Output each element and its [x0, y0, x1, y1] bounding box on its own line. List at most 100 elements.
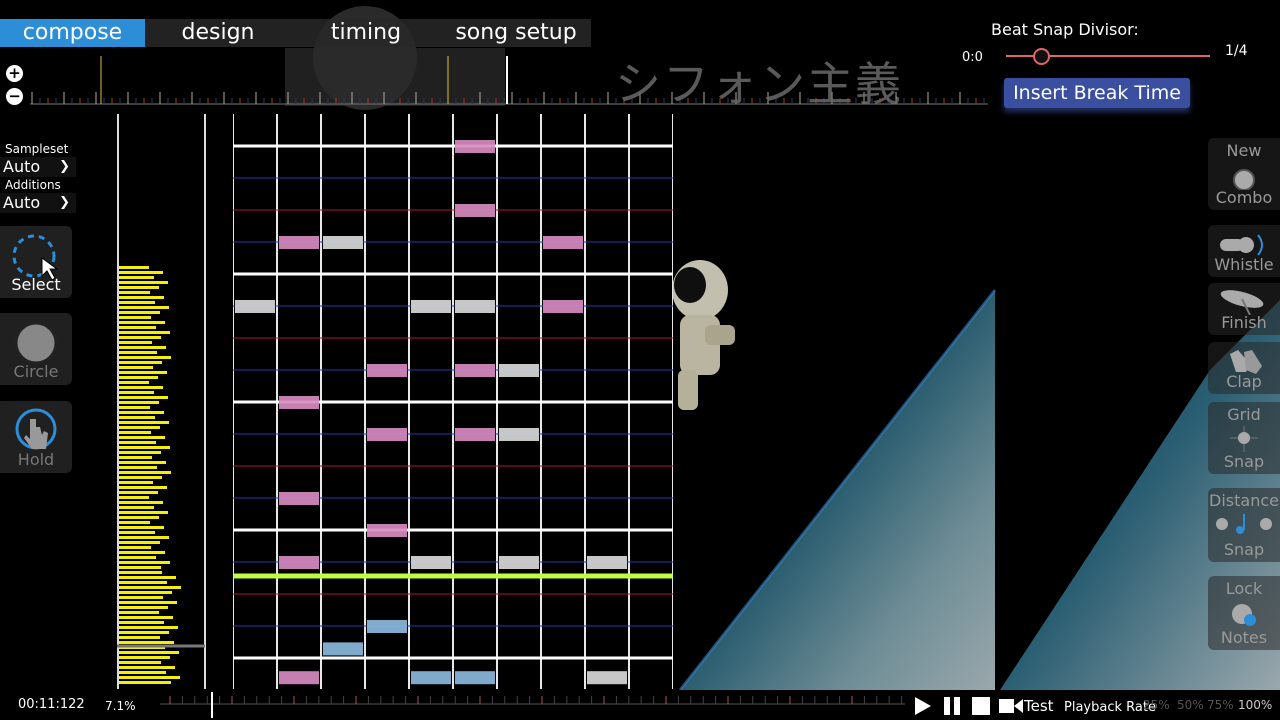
additions-label: Additions	[5, 178, 61, 192]
density-bar	[119, 376, 158, 379]
note-pink[interactable]	[279, 396, 319, 409]
density-bar	[119, 381, 149, 384]
density-bar	[119, 606, 168, 609]
tab-timing[interactable]: timing	[291, 19, 441, 47]
rate-option-50[interactable]: 50%	[1177, 698, 1204, 712]
note-white[interactable]	[499, 428, 539, 441]
density-bar	[119, 616, 173, 619]
density-bar	[119, 556, 156, 559]
zoom-out-icon[interactable]: −	[6, 88, 23, 105]
play-icon[interactable]	[912, 696, 934, 716]
chevron-down-icon: ❯	[59, 195, 70, 210]
density-bar	[119, 511, 168, 514]
additions-dropdown[interactable]: Auto ❯	[0, 193, 76, 213]
new-combo-toggle[interactable]: New Combo	[1208, 138, 1280, 210]
rate-option-100[interactable]: 100%	[1238, 698, 1272, 712]
density-bar	[119, 416, 155, 419]
pause-icon[interactable]	[941, 696, 963, 716]
density-bar	[119, 351, 157, 354]
tab-compose[interactable]: compose	[0, 19, 145, 47]
density-bar	[119, 636, 160, 639]
rate-option-75[interactable]: 75%	[1207, 698, 1234, 712]
grid-snap-label-1: Grid	[1227, 405, 1261, 424]
density-bar	[119, 611, 159, 614]
note-pink[interactable]	[279, 236, 319, 249]
test-camera-icon[interactable]	[998, 696, 1024, 716]
tool-hold-label: Hold	[17, 450, 55, 469]
distance-snap-label-1: Distance	[1209, 491, 1279, 510]
note-pink[interactable]	[543, 300, 583, 313]
note-blue[interactable]	[323, 642, 363, 656]
note-white[interactable]	[587, 671, 627, 685]
finish-cymbal-icon	[1220, 290, 1264, 315]
density-bar	[119, 621, 164, 624]
note-white[interactable]	[455, 300, 495, 313]
finish-toggle[interactable]: Finish	[1208, 283, 1280, 335]
rate-option-25[interactable]: 25%	[1143, 698, 1170, 712]
note-white[interactable]	[499, 364, 539, 377]
sampleset-dropdown[interactable]: Auto ❯	[0, 157, 76, 177]
tab-bar: compose design timing song setup	[0, 19, 591, 47]
note-white[interactable]	[411, 300, 451, 313]
note-white[interactable]	[587, 556, 627, 569]
tool-select[interactable]: Select	[0, 226, 72, 298]
stop-icon[interactable]	[970, 696, 992, 716]
note-pink[interactable]	[279, 492, 319, 505]
density-bar	[119, 601, 177, 604]
sampleset-value: Auto	[3, 157, 41, 176]
beat-snap-slider-knob[interactable]	[1032, 48, 1050, 65]
density-bar	[119, 551, 165, 554]
note-pink[interactable]	[367, 524, 407, 537]
beat-snap-value: 1/4	[1225, 43, 1248, 59]
note-pink[interactable]	[455, 204, 495, 217]
density-bar	[119, 331, 170, 334]
density-bar	[119, 681, 171, 684]
note-white[interactable]	[411, 556, 451, 569]
note-blue[interactable]	[367, 620, 407, 633]
density-bar	[119, 561, 170, 564]
density-bar	[119, 266, 149, 269]
editor-grid[interactable]	[233, 114, 673, 689]
density-bar	[119, 486, 167, 489]
density-bar	[119, 576, 176, 579]
note-pink[interactable]	[543, 236, 583, 249]
finish-label: Finish	[1221, 313, 1267, 332]
note-pink[interactable]	[455, 428, 495, 441]
new-combo-label-2: Combo	[1215, 188, 1273, 207]
beat-snap-label: Beat Snap Divisor:	[991, 20, 1139, 39]
distance-snap-icon	[1216, 514, 1272, 534]
note-pink[interactable]	[367, 428, 407, 441]
lock-notes-toggle[interactable]: Lock Notes	[1208, 576, 1280, 650]
tab-design[interactable]: design	[145, 19, 291, 47]
note-blue[interactable]	[411, 671, 451, 685]
grid-snap-toggle[interactable]: Grid Snap	[1208, 402, 1280, 474]
note-white[interactable]	[499, 556, 539, 569]
timeline-density-strip	[117, 114, 206, 689]
note-blue[interactable]	[455, 671, 495, 685]
note-pink[interactable]	[279, 556, 319, 569]
density-bar	[119, 346, 166, 349]
grid-snap-label-2: Snap	[1223, 452, 1265, 471]
note-pink[interactable]	[367, 364, 407, 377]
note-pink[interactable]	[455, 140, 495, 153]
distance-snap-toggle[interactable]: Distance Snap	[1208, 488, 1280, 562]
insert-break-time-button[interactable]: Insert Break Time	[1004, 78, 1190, 108]
clap-toggle[interactable]: Clap	[1208, 342, 1280, 394]
density-bar	[119, 501, 163, 504]
note-pink[interactable]	[455, 364, 495, 377]
tab-song-setup[interactable]: song setup	[441, 19, 591, 47]
sampleset-label: Sampleset	[5, 142, 69, 156]
current-time: 00:11:122	[18, 697, 85, 712]
whistle-toggle[interactable]: Whistle	[1208, 225, 1280, 277]
density-bar	[119, 421, 169, 424]
density-bar	[119, 506, 154, 509]
density-bar	[119, 661, 161, 664]
note-pink[interactable]	[279, 671, 319, 685]
test-button-label[interactable]: Test	[1024, 697, 1054, 715]
note-white[interactable]	[235, 300, 275, 313]
tool-circle[interactable]: Circle	[0, 313, 72, 385]
zoom-in-icon[interactable]: +	[6, 65, 23, 82]
song-timeline[interactable]	[160, 690, 905, 720]
tool-hold[interactable]: Hold	[0, 401, 72, 473]
note-white[interactable]	[323, 236, 363, 249]
